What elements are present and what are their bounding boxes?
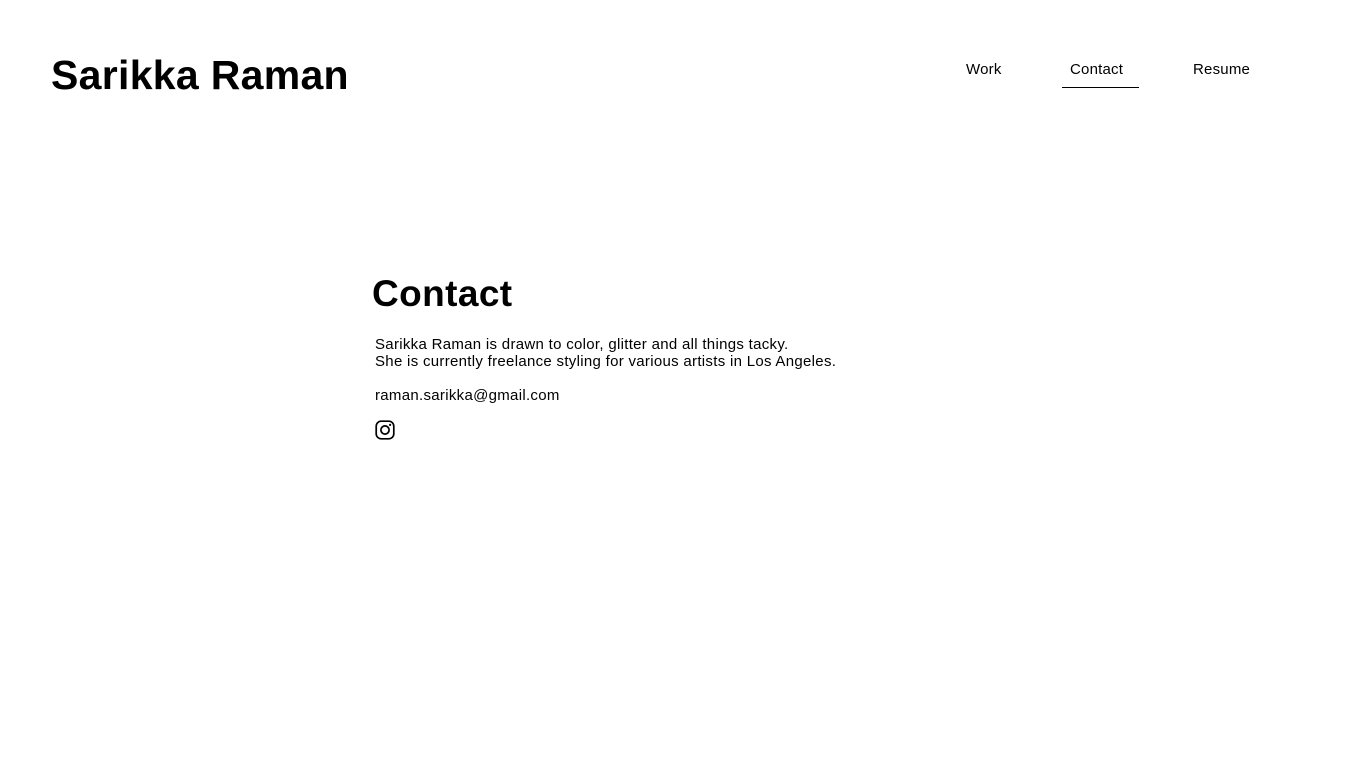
nav-item-work[interactable]: Work [966, 58, 1002, 88]
main-nav: Work Contact Resume [0, 58, 1366, 90]
bio-text: Sarikka Raman is drawn to color, glitter… [375, 336, 972, 370]
page: Sarikka Raman Work Contact Resume Contac… [0, 0, 1366, 768]
active-nav-underline [1062, 87, 1139, 88]
email-link[interactable]: raman.sarikka@gmail.com [375, 387, 972, 404]
instagram-icon[interactable] [375, 420, 395, 440]
nav-item-contact[interactable]: Contact [1070, 58, 1123, 88]
nav-item-resume[interactable]: Resume [1193, 58, 1250, 88]
page-title: Contact [372, 273, 513, 314]
contact-section: Contact Sarikka Raman is drawn to color,… [372, 270, 972, 440]
bio-line: She is currently freelance styling for v… [375, 353, 837, 370]
bio-line: Sarikka Raman is drawn to color, glitter… [375, 336, 789, 353]
